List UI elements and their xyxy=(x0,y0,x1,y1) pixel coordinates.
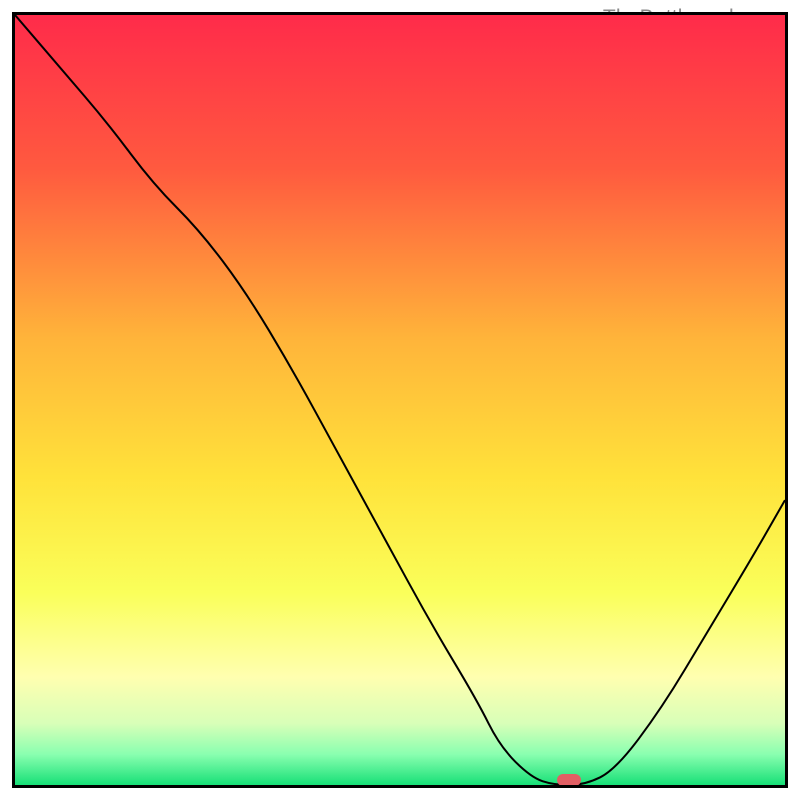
gradient-background xyxy=(15,15,785,785)
optimum-marker xyxy=(557,774,581,786)
chart-plot-area xyxy=(12,12,788,788)
